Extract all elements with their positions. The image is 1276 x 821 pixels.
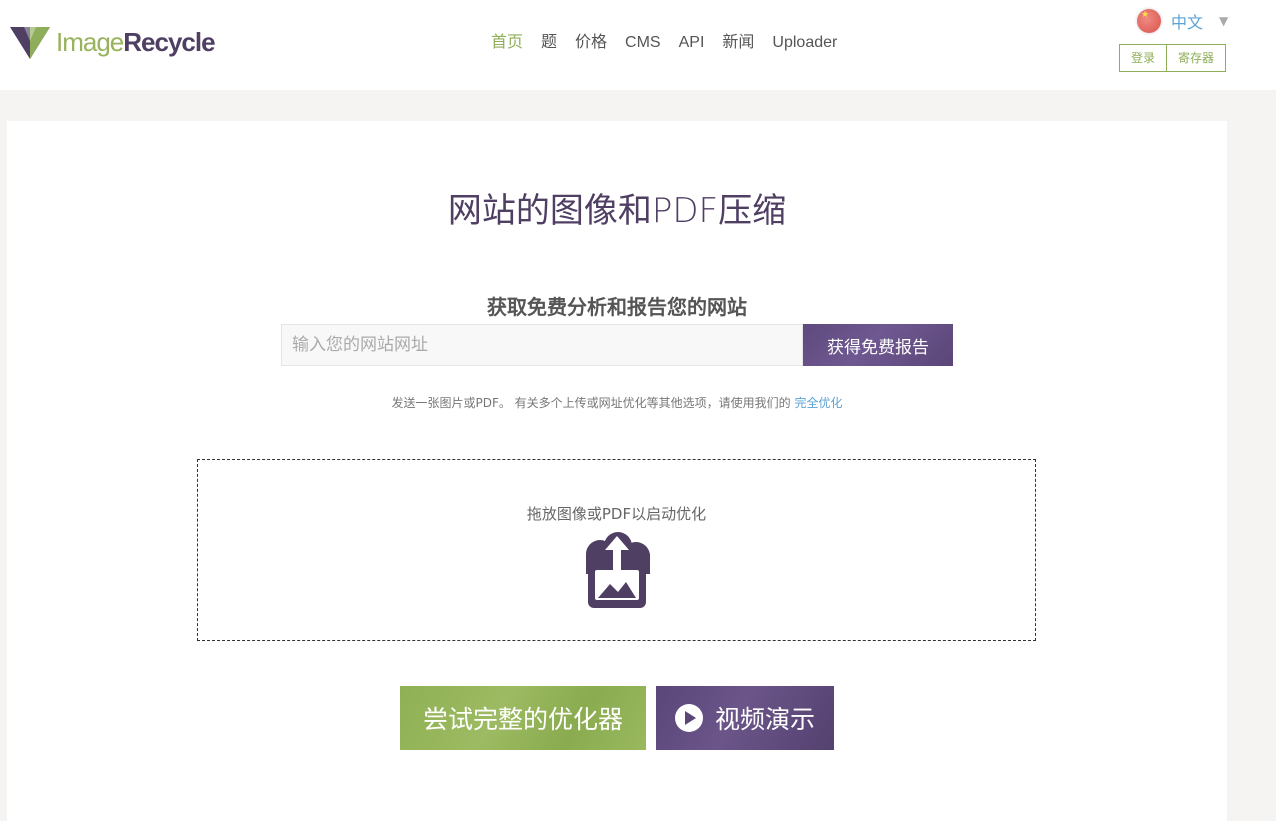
- language-selector[interactable]: ★ 中文 ▼: [1137, 9, 1228, 33]
- login-button[interactable]: 登录: [1119, 44, 1167, 72]
- logo[interactable]: ImageRecycle: [10, 22, 216, 62]
- dropzone-label: 拖放图像或PDF以启动优化: [526, 505, 707, 523]
- logo-text: ImageRecycle: [56, 26, 216, 57]
- language-label: 中文: [1171, 13, 1204, 32]
- analysis-subtitle: 获取免费分析和报告您的网站: [487, 295, 747, 319]
- try-optimizer-button[interactable]: 尝试完整的优化器: [400, 686, 646, 750]
- nav-item-features[interactable]: 题: [541, 33, 557, 53]
- file-dropzone[interactable]: 拖放图像或PDF以启动优化: [197, 459, 1036, 641]
- website-url-input[interactable]: [281, 324, 803, 366]
- play-icon: [674, 704, 703, 732]
- get-report-button[interactable]: 获得免费报告: [803, 324, 953, 366]
- auth-buttons: 登录 寄存器: [1119, 44, 1226, 72]
- nav-item-cms[interactable]: CMS: [625, 33, 661, 53]
- register-button[interactable]: 寄存器: [1167, 44, 1226, 72]
- nav-item-pricing[interactable]: 价格: [575, 33, 607, 53]
- full-optimize-link[interactable]: 完全优化: [795, 396, 843, 410]
- main-nav: 首页 题 价格 CMS API 新闻 Uploader: [491, 33, 855, 53]
- upload-note: 发送一张图片或PDF。 有关多个上传或网址优化等其他选项，请使用我们的 完全优化: [0, 394, 1234, 411]
- site-header: ImageRecycle 首页 题 价格 CMS API 新闻 Uploader…: [0, 0, 1276, 90]
- nav-item-home[interactable]: 首页: [491, 33, 523, 53]
- page-title: 网站的图像和PDF压缩: [447, 191, 787, 231]
- upload-note-text: 发送一张图片或PDF。 有关多个上传或网址优化等其他选项，请使用我们的: [391, 396, 791, 410]
- nav-item-api[interactable]: API: [679, 33, 705, 53]
- china-flag-icon: ★: [1137, 9, 1161, 33]
- logo-mark-icon: [10, 27, 50, 59]
- cloud-upload-icon: [586, 532, 650, 608]
- url-form: 获得免费报告: [281, 324, 953, 366]
- cta-buttons: 尝试完整的优化器 视频演示: [400, 686, 834, 750]
- video-demo-button[interactable]: 视频演示: [656, 686, 834, 750]
- nav-item-news[interactable]: 新闻: [722, 33, 754, 53]
- video-demo-label: 视频演示: [714, 705, 815, 734]
- nav-item-uploader[interactable]: Uploader: [772, 33, 837, 53]
- chevron-down-icon: ▼: [1219, 14, 1229, 28]
